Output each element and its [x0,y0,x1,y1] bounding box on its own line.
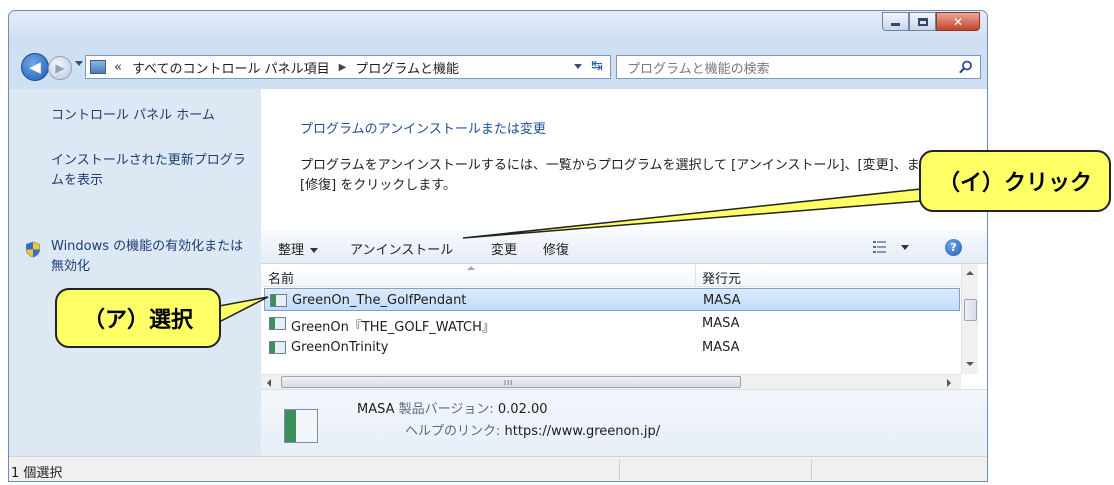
main-content: プログラムのアンインストールまたは変更 プログラムをアンインストールするには、一… [261,89,987,456]
program-icon [269,317,286,330]
status-bar: 1 個選択 [9,456,987,481]
refresh-icon[interactable]: ↹ [588,58,606,76]
scroll-up-icon[interactable] [966,271,974,275]
program-publisher: MASA [702,316,740,331]
detail-help-line: ヘルプのリンク: https://www.greenon.jp/ [405,420,660,439]
column-header-name[interactable]: 名前 [268,268,294,287]
back-button[interactable]: ◀ [21,53,49,81]
table-row[interactable]: GreenOnTrinity MASA [264,336,960,359]
scroll-down-icon[interactable] [966,362,974,366]
sidebar-item-view-installed-updates[interactable]: インストールされた更新プログラムを表示 [51,151,246,191]
organize-button[interactable]: 整理 [278,239,319,258]
detail-help-label: ヘルプのリンク: [405,424,501,439]
maximize-icon [917,17,928,26]
program-icon [269,341,286,354]
search-placeholder: プログラムと機能の検索 [627,61,770,77]
breadcrumb-programs-and-features[interactable]: プログラムと機能 [355,58,459,77]
programs-and-features-window: ✕ ◀ ▶ « すべてのコントロール パネル項目 ▶ プログラムと機能 ↹ プロ… [8,10,988,482]
table-row[interactable]: GreenOn『THE_GOLF_WATCH』 MASA [264,312,960,335]
status-divider [619,460,620,480]
program-name: GreenOn『THE_GOLF_WATCH』 [291,320,495,335]
annotation-click-callout: （イ）クリック [919,150,1111,212]
table-row[interactable]: GreenOn_The_GolfPendant MASA [264,288,960,311]
detail-help-link[interactable]: https://www.greenon.jp/ [505,424,661,439]
program-icon [270,294,287,307]
detail-version-label: 製品バージョン: [398,402,494,417]
organize-label: 整理 [278,243,305,258]
view-options-icon[interactable] [873,241,886,253]
shield-icon [26,241,40,258]
sort-ascending-icon [467,266,475,270]
status-divider [811,460,812,480]
chevron-down-icon [310,248,319,253]
detail-version: 0.02.00 [497,402,548,417]
maximize-button[interactable] [909,12,936,31]
column-header-row: 名前 発行元 [261,264,961,287]
arrow-left-icon: ◀ [29,58,41,76]
search-input[interactable]: プログラムと機能の検索 [616,55,981,79]
detail-publisher-line: MASA 製品バージョン: 0.02.00 [357,398,548,417]
vertical-scroll-thumb[interactable] [964,299,977,321]
minimize-icon [891,23,900,26]
arrow-right-icon: ▶ [55,61,65,75]
sidebar-item-control-panel-home[interactable]: コントロール パネル ホーム [51,106,215,126]
uninstall-button[interactable]: アンインストール [350,239,453,258]
change-button[interactable]: 変更 [491,239,517,258]
breadcrumb-overflow[interactable]: « [114,60,122,75]
program-name: GreenOn_The_GolfPendant [292,293,467,308]
program-large-icon [284,409,318,443]
address-dropdown[interactable] [574,64,582,69]
program-publisher: MASA [703,293,741,308]
scroll-right-icon[interactable] [947,379,951,387]
sidebar: コントロール パネル ホーム インストールされた更新プログラムを表示 Windo… [9,89,261,456]
details-pane: MASA 製品バージョン: 0.02.00 ヘルプのリンク: https://w… [261,389,987,456]
control-panel-icon [90,60,106,74]
program-name: GreenOnTrinity [291,340,389,355]
scroll-left-icon[interactable] [267,379,271,387]
sidebar-item-windows-features[interactable]: Windows の機能の有効化または無効化 [51,237,251,277]
annotation-select-callout: （ア）選択 [55,288,221,348]
page-description: プログラムをアンインストールするには、一覧からプログラムを選択して [アンインス… [300,158,946,193]
detail-publisher: MASA [357,402,395,417]
vertical-scrollbar[interactable] [961,264,978,374]
command-bar: 整理 アンインストール 変更 修復 ? [261,230,987,264]
status-text: 1 個選択 [11,466,63,481]
help-icon[interactable]: ? [945,239,962,256]
horizontal-scrollbar[interactable]: III [261,374,961,389]
close-icon: ✕ [952,14,964,29]
program-list: 名前 発行元 GreenOn_The_GolfPendant MASA Gree… [261,264,987,389]
breadcrumb-all-control-panel-items[interactable]: すべてのコントロール パネル項目 [132,58,330,77]
column-header-publisher[interactable]: 発行元 [702,268,741,287]
address-bar[interactable]: « すべてのコントロール パネル項目 ▶ プログラムと機能 ↹ [85,55,611,79]
close-button[interactable]: ✕ [936,12,980,31]
column-divider[interactable] [695,264,696,287]
view-dropdown-icon[interactable] [901,245,909,250]
navigation-bar: ◀ ▶ « すべてのコントロール パネル項目 ▶ プログラムと機能 ↹ プログラ… [9,45,987,89]
search-icon[interactable] [958,59,974,75]
program-publisher: MASA [702,340,740,355]
window-controls: ✕ [882,12,980,32]
horizontal-scroll-thumb[interactable]: III [281,376,741,388]
breadcrumb-separator-icon[interactable]: ▶ [339,62,347,73]
minimize-button[interactable] [882,12,909,31]
recent-pages-dropdown[interactable] [75,61,83,66]
repair-button[interactable]: 修復 [543,239,569,258]
title-bar: ✕ [9,11,987,45]
page-title: プログラムのアンインストールまたは変更 [300,122,546,137]
forward-button[interactable]: ▶ [48,56,72,80]
scroll-grip: III [504,379,514,387]
